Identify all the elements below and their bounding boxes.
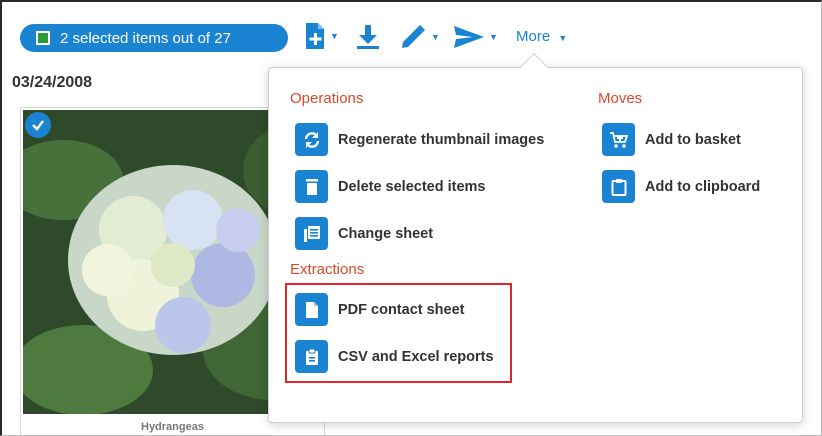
section-operations: Operations bbox=[290, 90, 364, 107]
add-document-button[interactable]: ▼ bbox=[304, 22, 339, 50]
menu-item-label: Regenerate thumbnail images bbox=[338, 131, 545, 148]
menu-item-regenerate-thumbnails[interactable]: Regenerate thumbnail images bbox=[295, 123, 544, 156]
edit-button[interactable]: ▼ bbox=[399, 23, 440, 51]
send-button[interactable]: ▼ bbox=[453, 24, 498, 50]
menu-item-label: Add to basket bbox=[645, 131, 741, 148]
section-moves: Moves bbox=[598, 90, 643, 107]
menu-item-label: Change sheet bbox=[338, 225, 434, 242]
selection-label: 2 selected items out of 27 bbox=[60, 29, 231, 47]
section-extractions: Extractions bbox=[290, 261, 365, 278]
chevron-down-icon: ▼ bbox=[330, 31, 339, 41]
menu-item-delete-selected[interactable]: Delete selected items bbox=[295, 170, 486, 203]
selected-check-icon[interactable] bbox=[25, 112, 51, 138]
clipboard-icon bbox=[602, 170, 635, 203]
app-frame: 2 selected items out of 27 ▼ ▼ ▼ More ▼ … bbox=[0, 0, 822, 436]
more-menu-button[interactable]: More ▼ bbox=[516, 28, 567, 45]
menu-item-add-to-clipboard[interactable]: Add to clipboard bbox=[602, 170, 760, 203]
download-icon bbox=[357, 25, 379, 49]
selection-count-button[interactable]: 2 selected items out of 27 bbox=[20, 24, 288, 52]
pencil-icon bbox=[402, 25, 425, 48]
more-label: More bbox=[516, 28, 551, 45]
sheet-icon bbox=[295, 217, 328, 250]
menu-item-label: Delete selected items bbox=[338, 178, 486, 195]
basket-icon bbox=[602, 123, 635, 156]
add-document-icon bbox=[306, 23, 324, 49]
send-icon bbox=[454, 26, 484, 48]
menu-item-label: Add to clipboard bbox=[645, 178, 761, 195]
selection-checkbox-icon bbox=[36, 31, 50, 45]
menu-item-change-sheet[interactable]: Change sheet bbox=[295, 217, 433, 250]
menu-item-add-to-basket[interactable]: Add to basket bbox=[602, 123, 741, 156]
highlight-box bbox=[285, 283, 512, 383]
download-button[interactable] bbox=[356, 24, 380, 50]
chevron-down-icon: ▼ bbox=[431, 32, 440, 42]
refresh-icon bbox=[295, 123, 328, 156]
trash-icon bbox=[295, 170, 328, 203]
chevron-down-icon: ▼ bbox=[489, 32, 498, 42]
chevron-down-icon: ▼ bbox=[558, 33, 568, 43]
date-group-header: 03/24/2008 bbox=[12, 74, 93, 91]
